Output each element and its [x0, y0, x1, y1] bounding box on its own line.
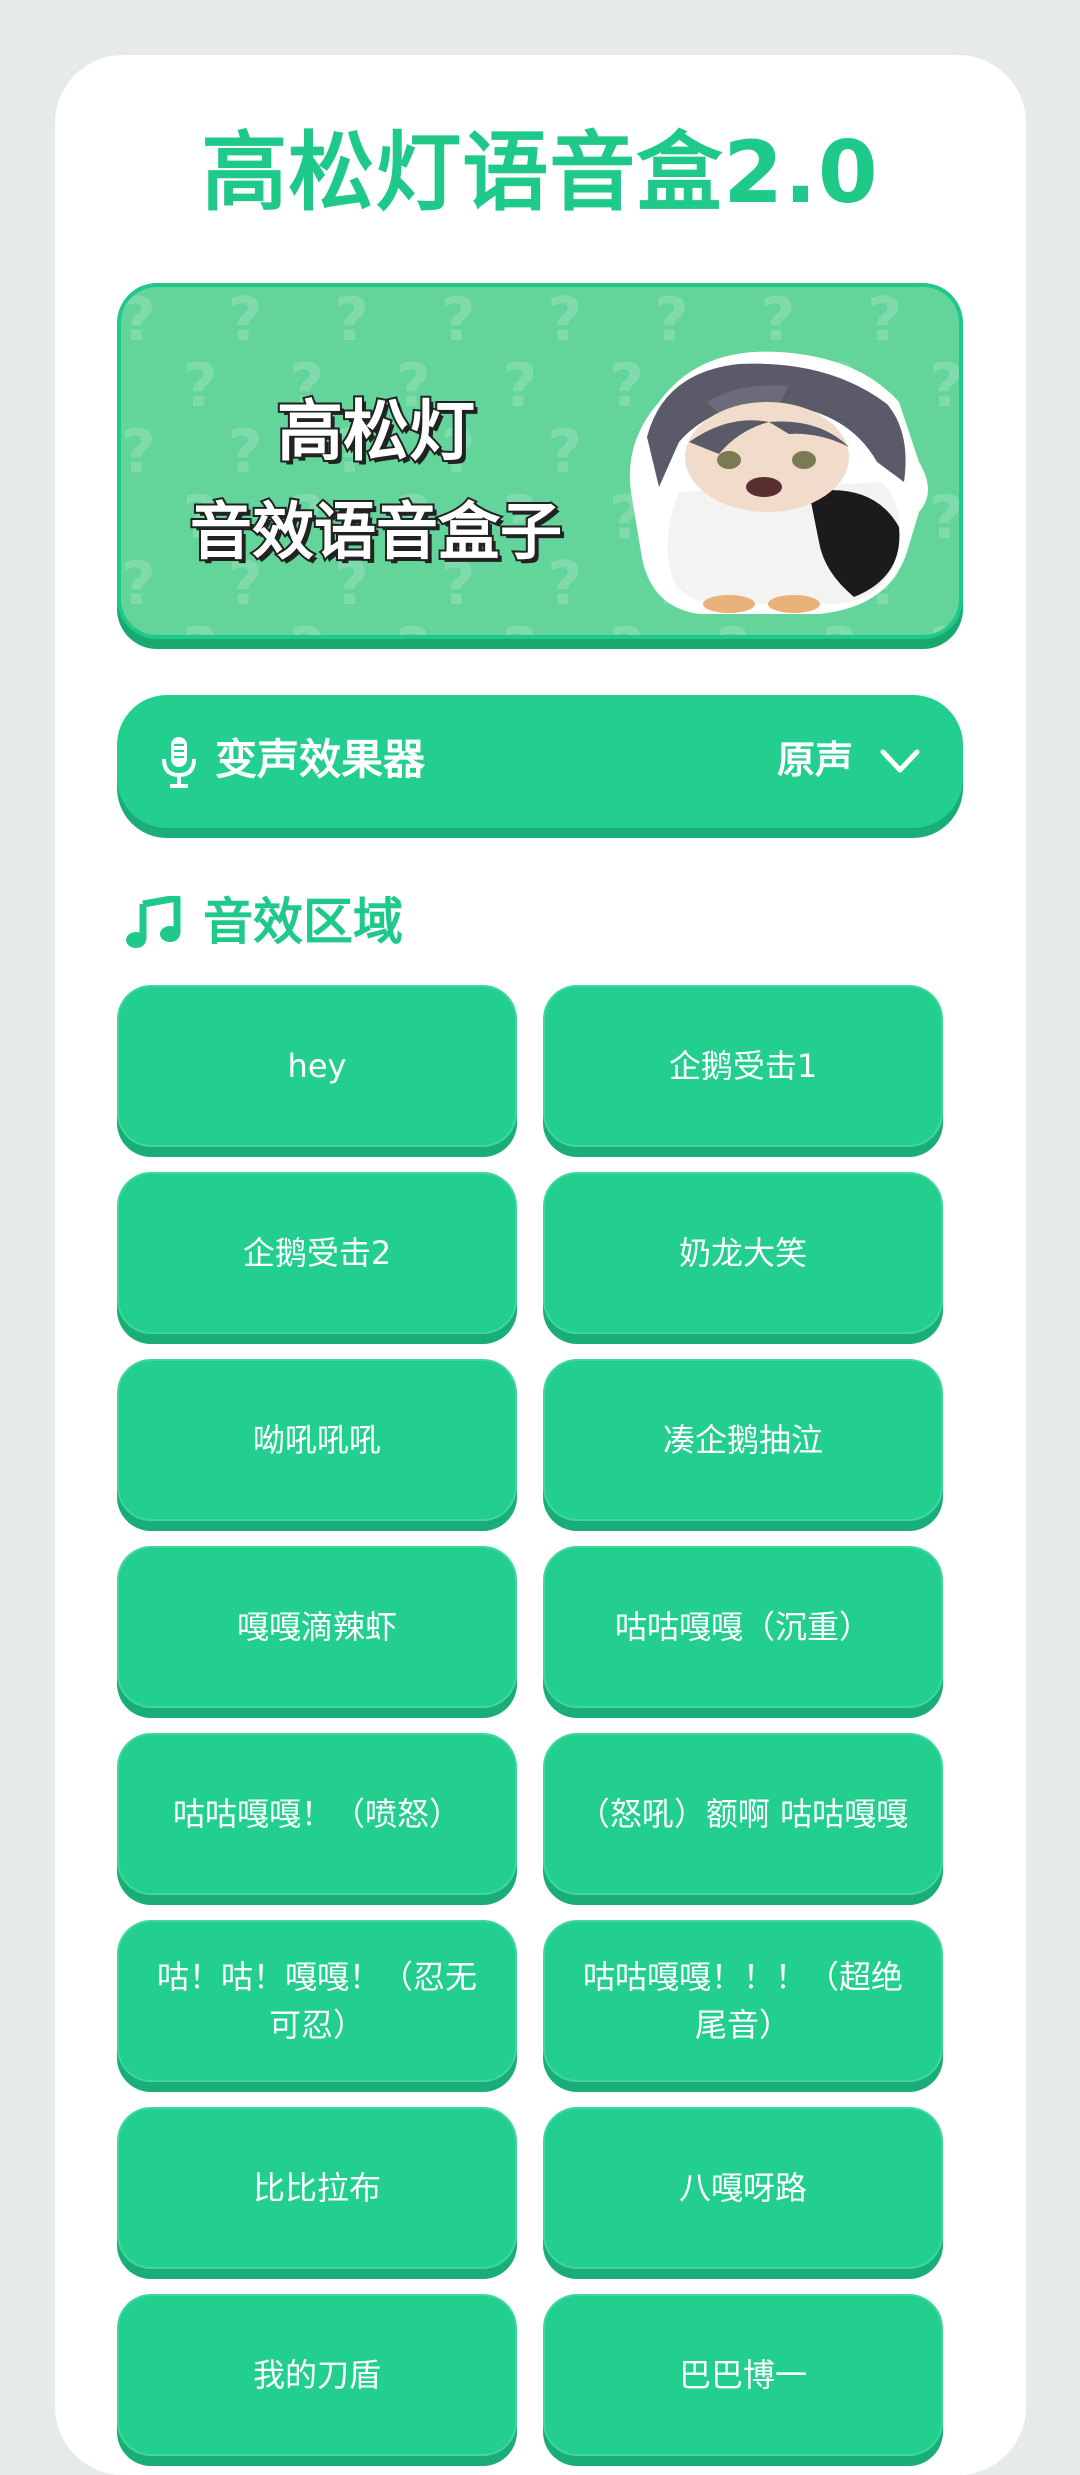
voice-changer-selected-value: 原声: [776, 738, 853, 782]
sound-button[interactable]: 咕咕嘎嘎（沉重）: [543, 1546, 943, 1708]
sound-button[interactable]: 呦吼吼吼: [117, 1359, 517, 1521]
sound-button[interactable]: 企鹅受击1: [543, 985, 943, 1147]
sound-button[interactable]: 咕咕嘎嘎！（喷怒）: [117, 1733, 517, 1895]
sound-button[interactable]: 比比拉布: [117, 2107, 517, 2269]
sound-button[interactable]: 凑企鹅抽泣: [543, 1359, 943, 1521]
music-note-icon: [126, 896, 181, 948]
page-title: 高松灯语音盒2.0: [201, 123, 879, 223]
sound-button[interactable]: 八嘎呀路: [543, 2107, 943, 2269]
chevron-down-icon: [880, 749, 920, 773]
sound-button[interactable]: 企鹅受击2: [117, 1172, 517, 1334]
sound-section-title: 音效区域: [203, 893, 403, 951]
sound-button[interactable]: hey: [117, 985, 517, 1147]
banner-subtitle: 音效语音盒子: [188, 493, 564, 570]
microphone-icon: [162, 737, 196, 788]
hero-banner: ? ? ? ? ? ? ? ? ? ? ? ? ? ? ? ? ? ? ? ? …: [117, 283, 963, 639]
banner-title: 高松灯: [275, 391, 477, 472]
sound-button[interactable]: 巴巴博一: [543, 2294, 943, 2456]
sound-button[interactable]: （怒吼）额啊 咕咕嘎嘎: [543, 1733, 943, 1895]
voice-changer-label: 变声效果器: [215, 735, 426, 784]
sound-button[interactable]: 咕咕嘎嘎！！！（超绝尾音）: [543, 1920, 943, 2082]
penguin-character-image: [629, 351, 928, 614]
sound-button[interactable]: 嘎嘎滴辣虾: [117, 1546, 517, 1708]
sound-button[interactable]: 奶龙大笑: [543, 1172, 943, 1334]
sound-button[interactable]: 我的刀盾: [117, 2294, 517, 2456]
sound-button[interactable]: 咕！咕！嘎嘎！（忍无可忍）: [117, 1920, 517, 2082]
voice-changer-dropdown[interactable]: 变声效果器 原声: [117, 695, 963, 828]
